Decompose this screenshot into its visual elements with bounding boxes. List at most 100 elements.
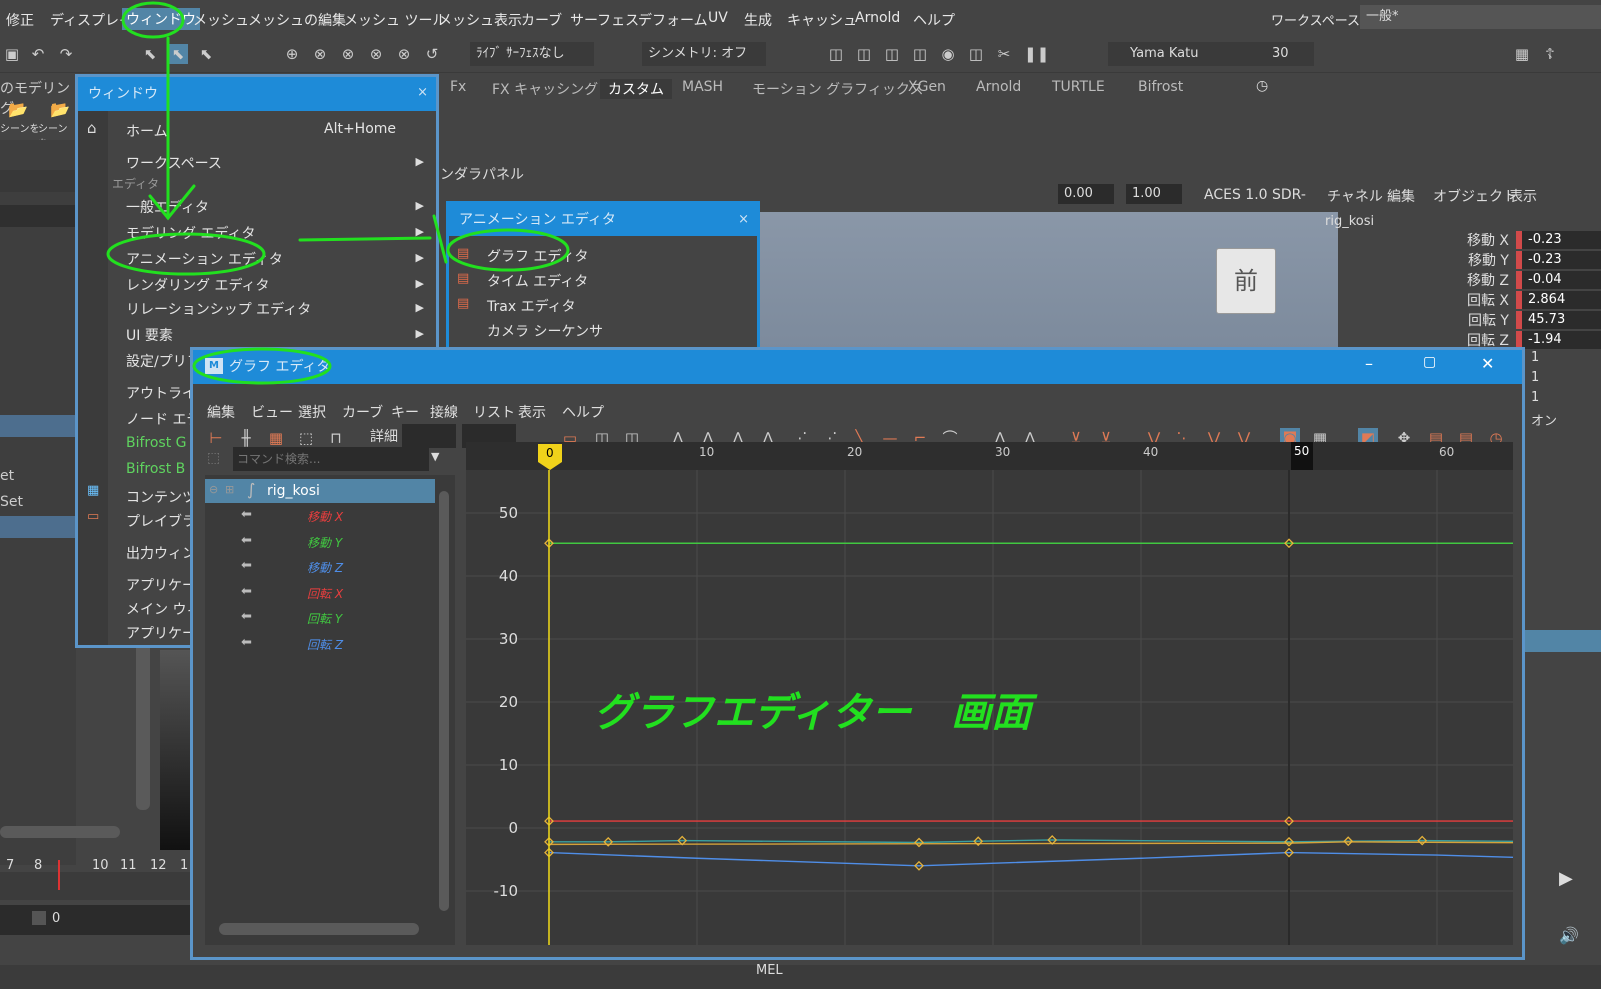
graph-time-ruler[interactable]: 10 20 30 40 60 bbox=[466, 442, 1513, 470]
checkbox-icon[interactable] bbox=[32, 911, 46, 925]
channel-menu-channels[interactable]: チャネル bbox=[1327, 186, 1383, 206]
shelf-button-label[interactable]: シーンを bbox=[0, 120, 40, 135]
paint-select-icon[interactable]: ⬉ bbox=[196, 44, 216, 64]
channel-value[interactable]: -1.94 bbox=[1516, 331, 1601, 349]
tab-custom[interactable]: カスタム bbox=[600, 79, 672, 99]
menu-item-output-window[interactable]: 出力ウィン bbox=[126, 543, 196, 563]
tab-bifrost[interactable]: Bifrost bbox=[1138, 79, 1183, 95]
folder-icon[interactable]: 📂 bbox=[8, 100, 28, 119]
channel-row[interactable]: 移動 Z -0.04 bbox=[1341, 270, 1601, 290]
lasso-tool-icon[interactable]: ⬉ bbox=[168, 44, 188, 64]
retime-tool-icon[interactable]: ⊓ bbox=[326, 428, 346, 448]
menu-deform[interactable]: デフォーム bbox=[638, 10, 708, 30]
channel-row[interactable]: 移動 Y -0.23 bbox=[1341, 250, 1601, 270]
collapse-icon[interactable]: ⊖ bbox=[209, 483, 218, 496]
stats-field-time[interactable] bbox=[402, 424, 456, 448]
tab-fx[interactable]: Fx bbox=[450, 79, 466, 95]
outliner-hscrollbar[interactable] bbox=[205, 921, 435, 937]
window-menu-title[interactable]: ウィンドウ bbox=[78, 77, 436, 111]
snap-vertex-icon[interactable]: ↺ bbox=[422, 44, 442, 64]
menu-surfaces[interactable]: サーフェス bbox=[570, 10, 639, 30]
channel-extra-value[interactable]: 1 bbox=[1531, 350, 1539, 365]
modeling-toolkit-icon[interactable]: ▦ bbox=[1512, 44, 1532, 64]
menu-item-bifrost-graph[interactable]: Bifrost G bbox=[126, 435, 187, 451]
menu-window[interactable]: ウィンドウ bbox=[122, 8, 200, 30]
viewport-menu-panels[interactable]: パネル bbox=[482, 164, 524, 184]
channel-value[interactable]: -0.23 bbox=[1516, 251, 1601, 269]
menu-item-camera-sequencer[interactable]: カメラ シーケンサ bbox=[487, 321, 603, 341]
close-icon[interactable]: ✕ bbox=[1481, 354, 1494, 373]
channel-value[interactable]: -0.04 bbox=[1516, 271, 1601, 289]
outliner-channel-row[interactable]: ⬅ 回転 Y bbox=[205, 606, 445, 630]
left-panel-item[interactable]: et bbox=[0, 468, 14, 484]
user-account-dropdown[interactable]: Yama Katu bbox=[1108, 42, 1268, 66]
outliner-channel-row[interactable]: ⬅ 移動 Y bbox=[205, 530, 445, 554]
view-cube[interactable]: 前 bbox=[1216, 248, 1276, 314]
menu-item-workspace[interactable]: ワークスペース bbox=[126, 153, 222, 173]
channel-row[interactable]: 回転 Y 45.73 bbox=[1341, 310, 1601, 330]
channel-menu-edit[interactable]: 編集 bbox=[1387, 186, 1415, 206]
channel-row[interactable]: 移動 X -0.23 bbox=[1341, 230, 1601, 250]
menu-display[interactable]: ディスプレイ bbox=[50, 10, 133, 30]
left-panel-item[interactable]: Set bbox=[0, 494, 23, 510]
snap-view-icon[interactable]: ⊗ bbox=[366, 44, 386, 64]
tab-fx-caching[interactable]: FX キャッシング bbox=[492, 79, 598, 99]
exposure-field[interactable]: 0.00 bbox=[1058, 184, 1114, 204]
snap-grid-icon[interactable]: ⊕ bbox=[282, 44, 302, 64]
fps-field[interactable]: 30 bbox=[1252, 42, 1314, 66]
channel-extra-value[interactable]: 1 bbox=[1531, 370, 1539, 385]
tab-mash[interactable]: MASH bbox=[682, 79, 723, 95]
menu-item-animation-editors[interactable]: アニメーション エディタ bbox=[126, 249, 283, 269]
menu-item-ui-elements[interactable]: UI 要素 bbox=[126, 325, 173, 345]
ge-menu-keys[interactable]: キー bbox=[391, 402, 419, 422]
chevron-down-icon[interactable]: ▼ bbox=[431, 450, 439, 463]
snap-surface-icon[interactable]: ⊗ bbox=[394, 44, 414, 64]
select-tool-icon[interactable]: ⬉ bbox=[140, 44, 160, 64]
outliner-channel-row[interactable]: ⬅ 回転 X bbox=[205, 581, 445, 605]
close-icon[interactable]: × bbox=[738, 212, 749, 227]
color-space-label[interactable]: ACES 1.0 SDR- bbox=[1204, 187, 1306, 203]
play-icon[interactable]: ▶ bbox=[1559, 868, 1573, 889]
outliner-vscrollbar[interactable] bbox=[437, 481, 451, 931]
animation-submenu-title[interactable]: アニメーション エディタ bbox=[449, 204, 757, 236]
time-slider[interactable]: 7 8 10 11 12 1 bbox=[0, 858, 190, 900]
ge-menu-view[interactable]: ビュー bbox=[251, 402, 293, 422]
menu-item-general-editors[interactable]: 一般エディタ bbox=[126, 197, 209, 217]
channel-value[interactable]: -0.23 bbox=[1516, 231, 1601, 249]
channel-extra-value[interactable]: オン bbox=[1531, 410, 1557, 429]
ipr-render-icon[interactable]: ◫ bbox=[882, 44, 902, 64]
menu-cache[interactable]: キャッシュ bbox=[787, 10, 857, 30]
channel-menu-display[interactable]: 表示 bbox=[1509, 186, 1537, 206]
menu-generate[interactable]: 生成 bbox=[744, 10, 772, 30]
menu-help[interactable]: ヘルプ bbox=[913, 10, 955, 30]
render-setup-icon[interactable]: ◫ bbox=[966, 44, 986, 64]
viewport-menu-renderer[interactable]: ンダラ bbox=[440, 164, 482, 184]
character-control-icon[interactable]: ☦ bbox=[1540, 44, 1560, 64]
redo-icon[interactable]: ↷ bbox=[56, 44, 76, 64]
graph-editor-title[interactable]: グラフ エディタ bbox=[193, 350, 1522, 384]
tab-arnold[interactable]: Arnold bbox=[976, 79, 1021, 95]
command-search-input[interactable] bbox=[233, 447, 429, 471]
live-surface-field[interactable]: ﾗｲﾌﾞ ｻｰﾌｪｽなし bbox=[470, 42, 594, 66]
ge-menu-tangents[interactable]: 接線 bbox=[430, 402, 458, 422]
gamma-field[interactable]: 1.00 bbox=[1126, 184, 1182, 204]
menu-item-rendering-editors[interactable]: レンダリング エディタ bbox=[126, 275, 269, 295]
save-icon[interactable]: ▣ bbox=[2, 44, 22, 64]
symmetry-dropdown[interactable]: シンメトリ: オフ bbox=[642, 42, 766, 66]
menu-item-graph-editor[interactable]: グラフ エディタ bbox=[487, 246, 588, 266]
left-vscrollbar[interactable] bbox=[136, 640, 150, 810]
minimize-icon[interactable]: – bbox=[1365, 354, 1373, 373]
menu-item-home[interactable]: ホーム bbox=[126, 121, 168, 141]
tab-motion-graphics[interactable]: モーション グラフィックス bbox=[752, 79, 923, 99]
channel-extra-value[interactable]: 1 bbox=[1531, 390, 1539, 405]
outliner-channel-row[interactable]: ⬅ 移動 Z bbox=[205, 555, 445, 579]
render-frame-icon[interactable]: ◫ bbox=[854, 44, 874, 64]
ge-menu-curves[interactable]: カーブ bbox=[342, 402, 383, 422]
outliner-channel-row[interactable]: ⬅ 回転 Z bbox=[205, 632, 445, 656]
tab-xgen[interactable]: XGen bbox=[908, 79, 946, 95]
render-view-icon[interactable]: ◫ bbox=[826, 44, 846, 64]
light-editor-icon[interactable]: ✂ bbox=[994, 44, 1014, 64]
expand-icon[interactable]: ⊞ bbox=[225, 483, 234, 496]
render-settings-icon[interactable]: ◫ bbox=[910, 44, 930, 64]
outliner-node-row[interactable]: ⊖ ⊞ ∫ rig_kosi bbox=[205, 479, 435, 503]
